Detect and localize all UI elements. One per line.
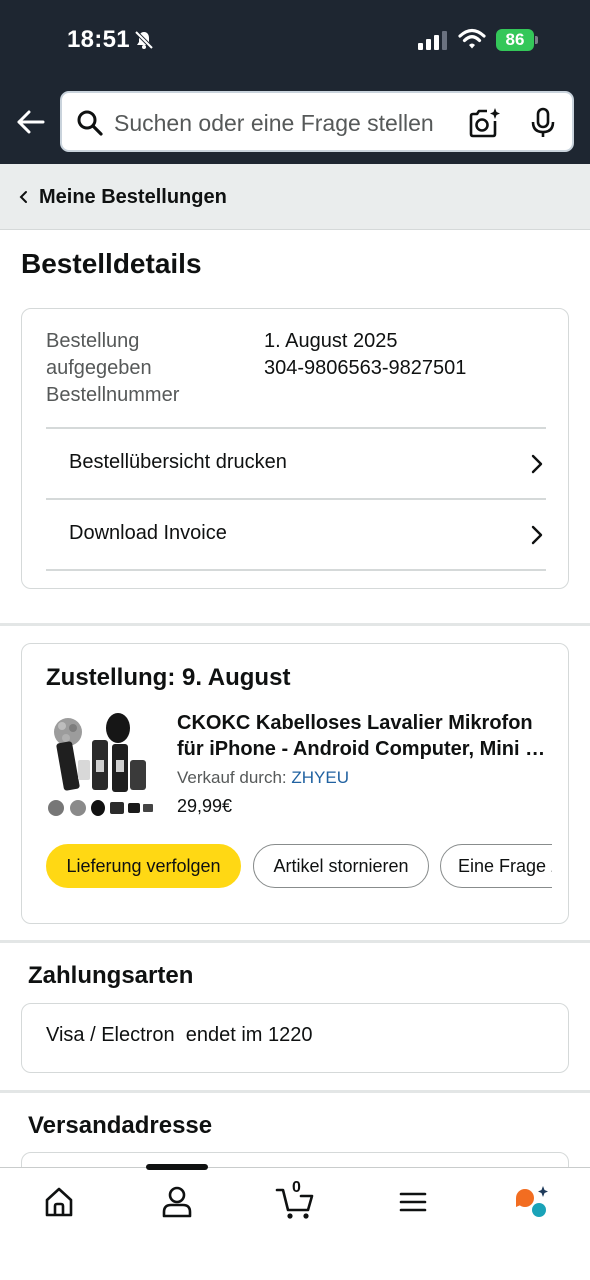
search-bar[interactable]: Suchen oder eine Frage stellen xyxy=(60,91,574,152)
page-title: Bestelldetails xyxy=(21,248,202,279)
download-invoice-label[interactable]: Download Invoice xyxy=(69,522,227,545)
track-delivery-button[interactable]: Lieferung verfolgen xyxy=(46,844,241,888)
seller-name-link[interactable]: ZHYEU xyxy=(291,768,349,787)
order-info-card: Bestellung aufgegeben Bestellnummer 1. A… xyxy=(21,308,569,589)
print-summary-label[interactable]: Bestellübersicht drucken xyxy=(69,451,287,474)
seller-label: Verkauf durch: xyxy=(177,768,287,787)
battery-indicator: 86 xyxy=(496,29,540,51)
action-buttons-scroller[interactable]: Lieferung verfolgen Artikel stornieren E… xyxy=(46,844,552,890)
chevron-right-icon xyxy=(531,454,543,474)
cart-count: 0 xyxy=(292,1179,301,1196)
rufus-assistant-icon[interactable] xyxy=(511,1182,551,1222)
bell-muted-icon xyxy=(134,30,154,50)
back-arrow-icon[interactable] xyxy=(14,104,48,140)
shipment-card: Zustellung: 9. August CKOKC Kabelloses L… xyxy=(21,643,569,924)
order-date-value: 1. August 2025 xyxy=(264,330,398,352)
payment-method-name: Visa / Electron xyxy=(46,1024,175,1046)
section-separator xyxy=(0,1090,590,1093)
seller-info: Verkauf durch: ZHYEU xyxy=(177,768,349,788)
home-icon[interactable] xyxy=(39,1182,79,1222)
account-icon[interactable] xyxy=(157,1182,197,1222)
divider xyxy=(46,569,546,571)
order-placed-label-line2: aufgegeben xyxy=(46,357,152,379)
active-tab-indicator xyxy=(146,1164,208,1170)
product-title-line1[interactable]: CKOKC Kabelloses Lavalier Mikrofon xyxy=(177,710,547,736)
cancel-item-button[interactable]: Artikel stornieren xyxy=(253,844,429,888)
ask-question-button[interactable]: Eine Frage zum Produkt stellen xyxy=(440,844,552,888)
product-title-line2[interactable]: für iPhone - Android Computer, Mini Clip xyxy=(177,736,547,762)
top-header: 18:51 86 Suchen oder eine Frage stellen xyxy=(0,0,590,164)
battery-tip xyxy=(535,36,538,44)
cart-tab[interactable]: 0 xyxy=(275,1179,315,1222)
wifi-icon xyxy=(458,28,486,49)
search-icon xyxy=(77,110,103,136)
payment-method: Visa / Electron endet im 1220 xyxy=(46,1024,312,1047)
section-separator xyxy=(0,940,590,943)
product-price: 29,99€ xyxy=(177,796,233,816)
cellular-signal-icon xyxy=(418,31,447,50)
print-summary-link[interactable]: Bestellübersicht drucken xyxy=(46,429,546,499)
status-time: 18:51 xyxy=(67,26,130,53)
breadcrumb[interactable]: Meine Bestellungen xyxy=(0,164,590,230)
bottom-tab-bar: 0 xyxy=(0,1164,590,1280)
chevron-right-icon xyxy=(531,525,543,545)
status-bar: 18:51 86 xyxy=(0,0,590,80)
search-placeholder[interactable]: Suchen oder eine Frage stellen xyxy=(114,110,434,137)
camera-search-icon[interactable] xyxy=(467,107,501,139)
payment-card: Visa / Electron endet im 1220 xyxy=(21,1003,569,1073)
download-invoice-link[interactable]: Download Invoice xyxy=(46,500,546,570)
product-title[interactable]: CKOKC Kabelloses Lavalier Mikrofon für i… xyxy=(177,710,547,762)
chevron-left-icon xyxy=(19,191,27,203)
delivery-date: Zustellung: 9. August xyxy=(46,664,291,691)
section-separator xyxy=(0,623,590,626)
breadcrumb-label[interactable]: Meine Bestellungen xyxy=(39,186,227,209)
product-image[interactable] xyxy=(46,710,156,820)
menu-icon[interactable] xyxy=(393,1182,433,1222)
payment-heading: Zahlungsarten xyxy=(28,962,194,989)
shipping-address-heading: Versandadresse xyxy=(28,1112,213,1139)
order-number-value: 304-9806563-9827501 xyxy=(264,357,467,379)
payment-card-ending: endet im 1220 xyxy=(185,1024,313,1046)
battery-level: 86 xyxy=(496,29,534,51)
microphone-icon[interactable] xyxy=(530,107,556,139)
order-number-label: Bestellnummer xyxy=(46,384,180,406)
order-placed-label-line1: Bestellung xyxy=(46,330,140,352)
